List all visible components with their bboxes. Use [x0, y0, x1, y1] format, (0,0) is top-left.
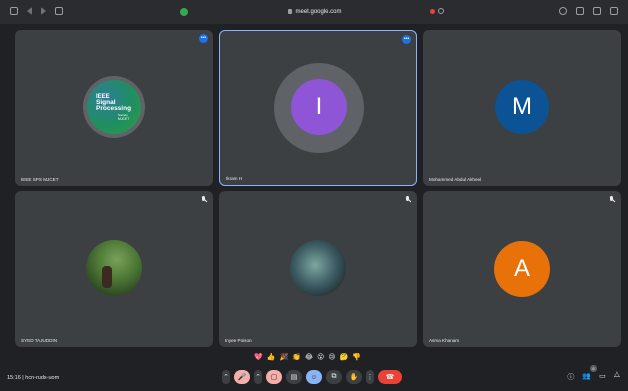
avatar-photo	[290, 240, 346, 296]
meeting-tools: ⓘ 👥 ▭ ⧊	[567, 372, 620, 382]
reaction-laugh[interactable]: 😂	[305, 352, 313, 364]
present-icon: ⧉	[331, 373, 337, 380]
participant-name: Mohammed Abdul Akheel	[429, 177, 482, 182]
participant-tile[interactable]: ••• IEEE Signal Processing Society MJCET…	[15, 30, 213, 186]
avatar: I	[291, 79, 347, 135]
participant-name: Asma Khanam	[429, 338, 460, 343]
new-tab-icon[interactable]	[593, 7, 601, 15]
mic-off-icon: 🎤	[237, 374, 247, 381]
url-text: meet.google.com	[295, 9, 342, 15]
reaction-party[interactable]: 🎉	[279, 352, 288, 364]
reaction-thinking[interactable]: 🤔	[340, 352, 349, 364]
tabs-icon[interactable]	[610, 7, 618, 15]
participant-tile[interactable]: M Mohammed Abdul Akheel	[423, 30, 621, 186]
mic-toggle-button[interactable]: 🎤	[234, 370, 250, 384]
participant-name: IEEE SPS MJCET	[21, 177, 59, 182]
people-icon[interactable]: 👥	[582, 372, 591, 382]
call-controls: ⌃ 🎤 ⌃ ▢ ▤ ☺ ⧉ ✋ ⋮ ☎	[222, 370, 402, 384]
more-vert-icon: ⋮	[366, 374, 374, 381]
meeting-code: hcn-rudx-uom	[25, 375, 60, 381]
participant-count-badge: 6	[590, 365, 597, 372]
camera-off-icon: ▢	[270, 374, 278, 381]
reaction-surprised[interactable]: 😮	[317, 352, 324, 364]
participant-tile[interactable]: A Asma Khanam	[423, 191, 621, 347]
download-icon[interactable]	[559, 7, 567, 15]
activities-icon[interactable]: ⧊	[614, 372, 620, 382]
address-bar[interactable]: meet.google.com	[250, 6, 380, 18]
camera-toggle-button[interactable]: ▢	[266, 370, 282, 384]
back-icon[interactable]	[27, 7, 32, 15]
chat-icon[interactable]: ▭	[599, 372, 606, 382]
reaction-bar: 💖 👍 🎉 👏 😂 😮 😢 🤔 👎	[254, 352, 361, 364]
raise-hand-button[interactable]: ✋	[346, 370, 362, 384]
mic-off-icon	[405, 196, 411, 203]
more-options-icon[interactable]: •••	[402, 35, 411, 44]
browser-nav	[10, 7, 63, 15]
info-icon[interactable]: ⓘ	[567, 372, 574, 382]
browser-actions	[559, 7, 618, 15]
participant-name: SYED TAJUDDIN	[21, 338, 58, 343]
reaction-sad[interactable]: 😢	[328, 352, 335, 364]
mic-off-icon	[609, 196, 615, 203]
sidebar-icon[interactable]	[10, 7, 18, 15]
emoji-icon: ☺	[310, 373, 318, 381]
participant-name: Inyee Poison	[225, 338, 252, 343]
share-icon[interactable]	[576, 7, 584, 15]
lock-icon	[288, 9, 293, 14]
phone-hangup-icon: ☎	[385, 374, 395, 381]
avatar: M	[495, 80, 549, 134]
reactions-button[interactable]: ☺	[306, 370, 322, 384]
recording-icon	[430, 9, 435, 14]
meeting-info: 15:16 | hcn-rudx-uom	[7, 375, 59, 381]
browser-toolbar: meet.google.com	[0, 0, 628, 24]
tab-overview-icon[interactable]	[55, 7, 63, 15]
video-options-button[interactable]: ⌃	[254, 370, 262, 384]
captions-button[interactable]: ▤	[286, 370, 302, 384]
more-options-icon[interactable]: •••	[199, 34, 208, 43]
more-options-button[interactable]: ⋮	[366, 370, 374, 384]
logo-line: MJCET	[118, 116, 130, 121]
refresh-icon[interactable]	[438, 8, 444, 14]
mic-off-icon	[201, 196, 207, 203]
participant-name: Ikram H	[226, 176, 243, 181]
leave-call-button[interactable]: ☎	[378, 370, 402, 384]
participant-tile[interactable]: SYED TAJUDDIN	[15, 191, 213, 347]
reaction-thumbs-up[interactable]: 👍	[267, 352, 276, 364]
forward-icon[interactable]	[41, 7, 46, 15]
reaction-heart[interactable]: 💖	[254, 352, 263, 364]
present-button[interactable]: ⧉	[326, 370, 342, 384]
hand-icon: ✋	[349, 374, 359, 381]
participant-tile-active[interactable]: ••• I Ikram H	[219, 30, 417, 186]
extension-icon[interactable]	[180, 8, 188, 16]
meeting-time: 15:16	[7, 375, 21, 381]
audio-options-button[interactable]: ⌃	[222, 370, 230, 384]
captions-icon: ▤	[290, 374, 298, 381]
participant-tile[interactable]: Inyee Poison	[219, 191, 417, 347]
reaction-thumbs-down[interactable]: 👎	[352, 352, 361, 364]
ieee-sps-logo: IEEE Signal Processing Society MJCET	[87, 80, 141, 134]
avatar-photo	[86, 240, 142, 296]
reaction-clap[interactable]: 👏	[292, 352, 301, 364]
avatar: A	[494, 241, 550, 297]
